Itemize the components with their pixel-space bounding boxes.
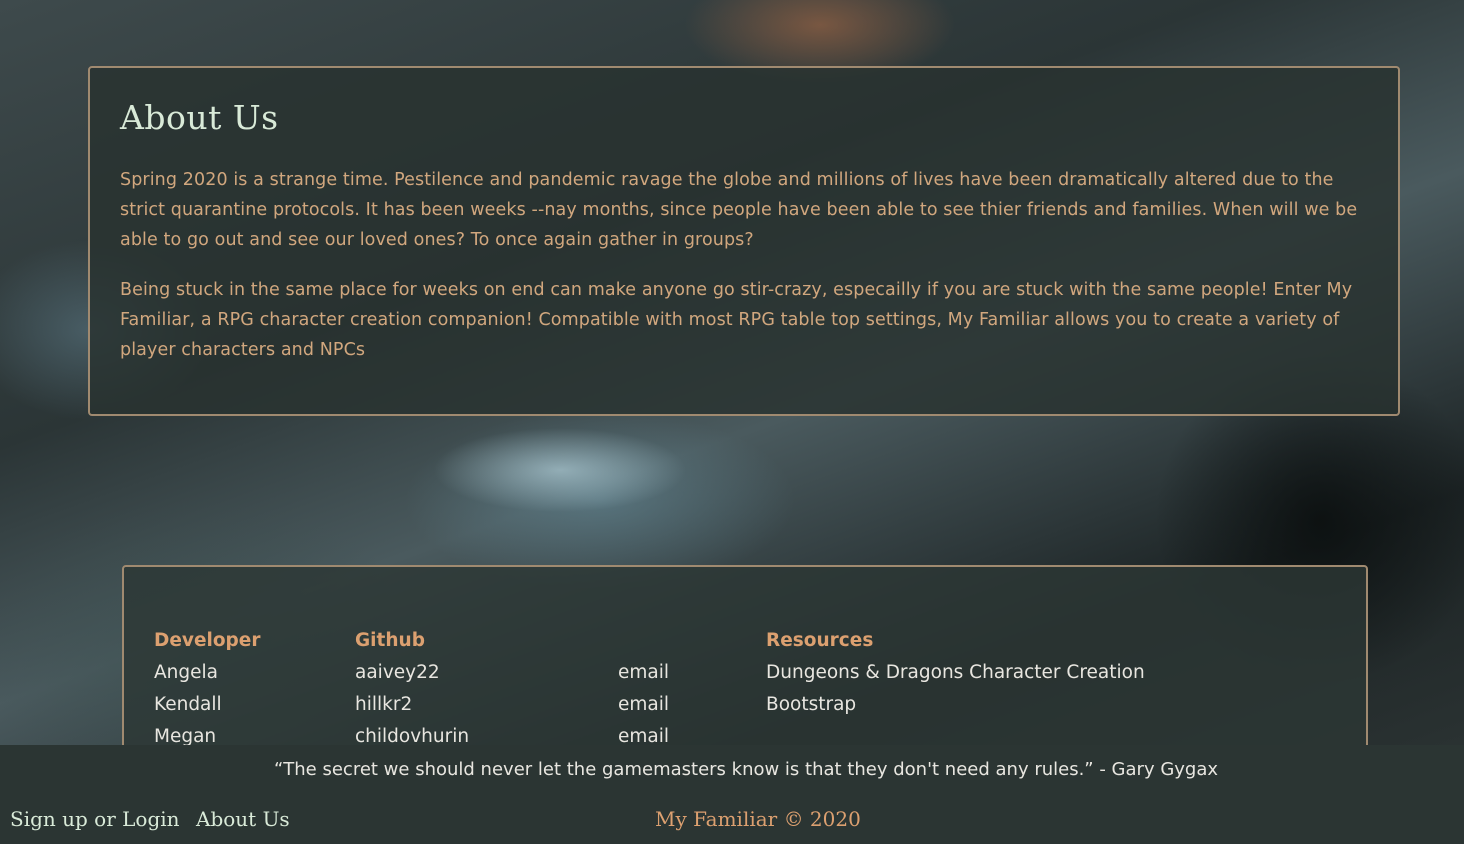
email-link[interactable]: email: [618, 693, 669, 725]
about-paragraph-2: Being stuck in the same place for weeks …: [120, 280, 1353, 360]
email-link[interactable]: email: [618, 661, 669, 693]
developer-name: Kendall: [154, 694, 222, 715]
developer-column: Developer Angela Kendall Megan: [154, 629, 260, 757]
resources-header: Resources: [766, 630, 874, 651]
resource-link[interactable]: Bootstrap: [766, 693, 1145, 725]
resources-column: Resources Dungeons & Dragons Character C…: [766, 629, 1145, 725]
about-title: About Us: [120, 98, 279, 137]
footer: “The secret we should never let the game…: [0, 745, 1464, 844]
github-link[interactable]: hillkr2: [355, 693, 469, 725]
copyright-text: My Familiar © 2020: [655, 807, 861, 831]
developer-name: Angela: [154, 662, 218, 683]
nav-about-us-link[interactable]: About Us: [196, 807, 290, 831]
nav-signup-login-link[interactable]: Sign up or Login: [10, 807, 180, 831]
about-section: About Us Spring 2020 is a strange time. …: [88, 66, 1400, 416]
github-column: Github aaivey22 hillkr2 childovhurin: [355, 629, 469, 757]
email-header-spacer: [618, 629, 669, 661]
footer-quote: “The secret we should never let the game…: [273, 759, 1219, 780]
github-link[interactable]: aaivey22: [355, 661, 469, 693]
developer-header: Developer: [154, 630, 261, 651]
resource-link[interactable]: Dungeons & Dragons Character Creation: [766, 661, 1145, 693]
email-column: email email email: [618, 629, 669, 757]
github-header: Github: [355, 630, 425, 651]
team-section: Developer Angela Kendall Megan Github aa…: [122, 565, 1368, 765]
about-paragraph-1: Spring 2020 is a strange time. Pestilenc…: [120, 170, 1358, 250]
